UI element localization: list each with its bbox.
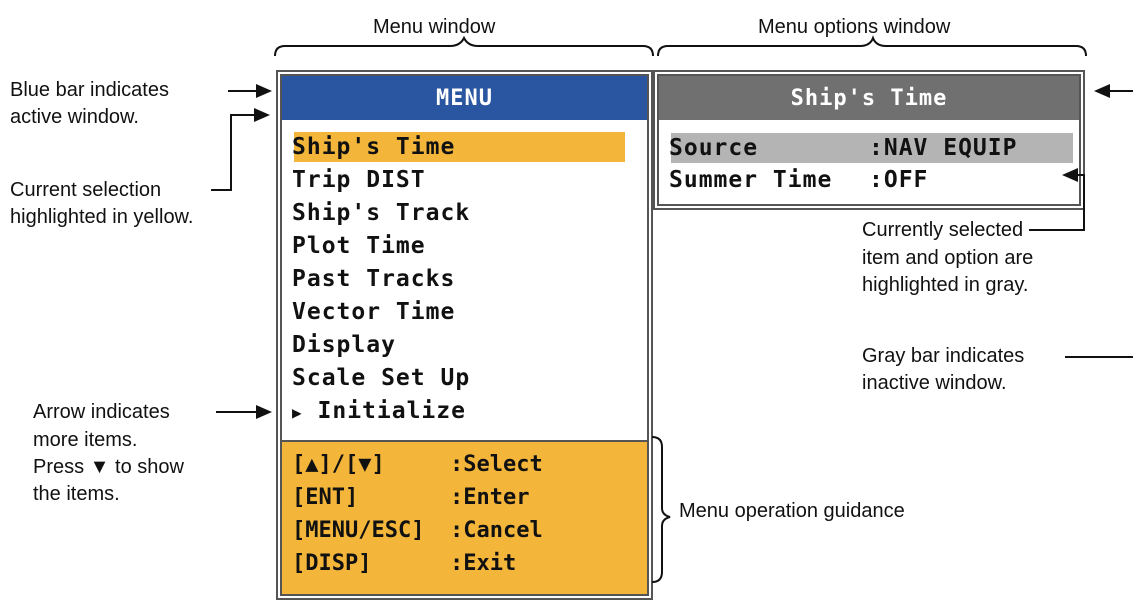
menu-window-brace — [274, 35, 654, 57]
options-window-brace — [657, 35, 1087, 57]
current-selection-arrowhead-icon — [254, 108, 270, 122]
current-selection-leader — [211, 114, 260, 191]
callout-lines — [211, 35, 1133, 583]
gray-selection-leader — [1029, 174, 1085, 231]
blue-bar-arrowhead-icon — [256, 84, 272, 98]
inactive-bar-arrowhead-icon — [1094, 84, 1110, 98]
more-items-arrowhead-icon — [256, 405, 272, 419]
gray-selection-arrowhead-icon — [1062, 168, 1078, 182]
guidance-brace — [651, 436, 671, 583]
